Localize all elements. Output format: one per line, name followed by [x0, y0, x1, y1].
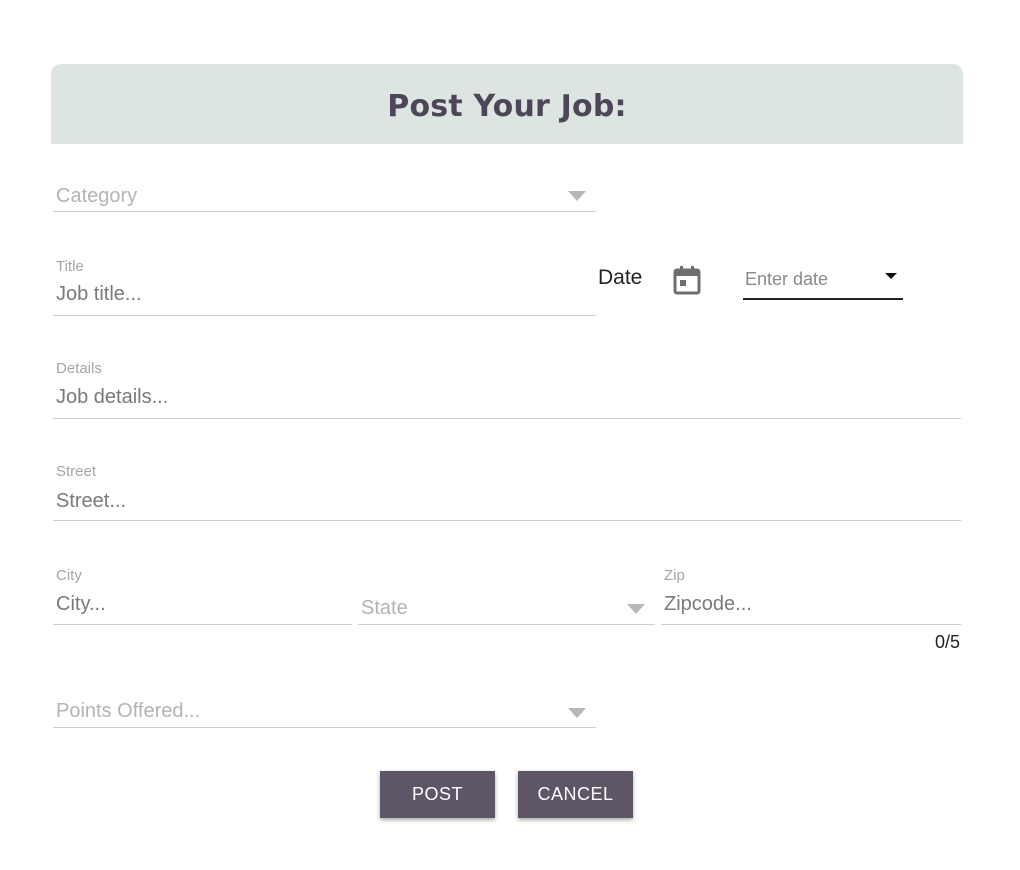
job-details-input[interactable]: Job details... [56, 386, 168, 409]
chevron-down-icon [627, 604, 645, 614]
state-select[interactable]: State [358, 592, 655, 625]
zip-character-counter: 0/5 [934, 632, 960, 652]
post-button[interactable]: POST [380, 771, 495, 818]
street-input[interactable]: Street... [56, 490, 126, 513]
street-field[interactable]: Street Street... [53, 462, 961, 521]
date-input[interactable]: Enter date [743, 262, 903, 300]
city-input[interactable]: City... [56, 593, 106, 616]
job-details-field[interactable]: Details Job details... [53, 359, 961, 419]
zip-field[interactable]: Zip Zipcode... [661, 566, 961, 625]
zip-label: Zip [664, 567, 685, 584]
form-header: Post Your Job: [51, 64, 963, 144]
category-placeholder: Category [56, 185, 138, 207]
job-details-label: Details [56, 360, 102, 377]
zip-input[interactable]: Zipcode... [664, 593, 752, 616]
category-select[interactable]: Category [53, 180, 596, 212]
state-placeholder: State [361, 597, 408, 619]
city-field[interactable]: City City... [53, 566, 352, 625]
job-title-input[interactable]: Job title... [56, 283, 142, 306]
post-job-form: Post Your Job: Category Title Job title.… [0, 0, 1020, 870]
street-label: Street [56, 463, 97, 480]
chevron-down-icon [568, 708, 586, 718]
job-title-label: Title [56, 258, 84, 275]
date-placeholder: Enter date [745, 269, 829, 289]
points-offered-placeholder: Points Offered... [56, 700, 201, 722]
chevron-down-icon [568, 191, 586, 201]
calendar-icon[interactable] [673, 265, 701, 295]
cancel-button[interactable]: CANCEL [518, 771, 633, 818]
job-title-field[interactable]: Title Job title... [53, 256, 596, 316]
date-label: Date [598, 266, 643, 289]
page-title: Post Your Job: [387, 88, 627, 124]
caret-down-icon[interactable] [885, 273, 897, 279]
points-offered-select[interactable]: Points Offered... [53, 696, 596, 728]
city-label: City [56, 567, 82, 584]
